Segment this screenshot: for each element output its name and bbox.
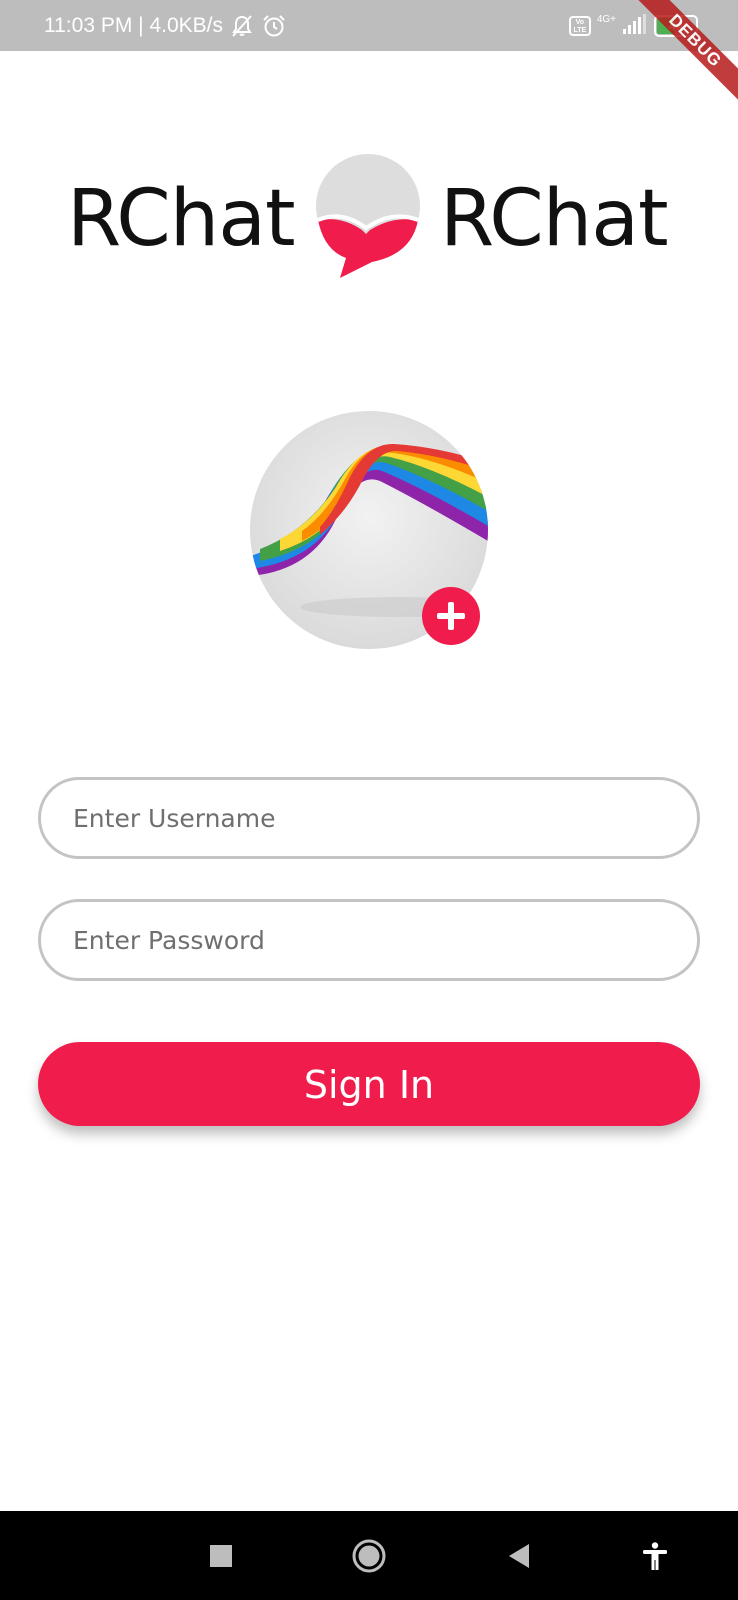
network-type-label: 4G+ (596, 13, 616, 25)
add-photo-button[interactable] (422, 587, 480, 645)
back-triangle-icon (509, 1543, 529, 1568)
logo-text-left: RChat (67, 174, 296, 264)
recents-button[interactable] (196, 1511, 246, 1600)
password-field[interactable] (38, 899, 700, 981)
accessibility-button[interactable] (630, 1511, 680, 1600)
logo-text-right: RChat (440, 174, 669, 264)
home-circle-icon (352, 1539, 386, 1572)
status-time-speed: 11:03 PM | 4.0KB/s (44, 13, 223, 37)
username-input[interactable] (41, 780, 697, 856)
mute-bell-icon (229, 13, 255, 39)
back-button[interactable] (494, 1511, 544, 1600)
signal-icon (622, 13, 648, 39)
add-photo-icon (437, 602, 465, 630)
recents-square-icon (210, 1544, 232, 1567)
status-left: 11:03 PM | 4.0KB/s (44, 0, 287, 51)
accessibility-icon (643, 1541, 667, 1570)
home-button[interactable] (344, 1511, 394, 1600)
status-bar: 11:03 PM | 4.0KB/s Vo LTE 4G+ (0, 0, 738, 51)
logo-chat-bubble-icon (316, 154, 420, 278)
profile-avatar-area (250, 411, 488, 649)
password-input[interactable] (41, 902, 697, 978)
sign-in-button[interactable]: Sign In (38, 1042, 700, 1126)
username-field[interactable] (38, 777, 700, 859)
volte-icon: Vo LTE (568, 15, 591, 36)
system-navigation-bar (0, 1511, 738, 1600)
app-logo: RChat RChat (0, 150, 738, 285)
alarm-icon (261, 13, 287, 39)
